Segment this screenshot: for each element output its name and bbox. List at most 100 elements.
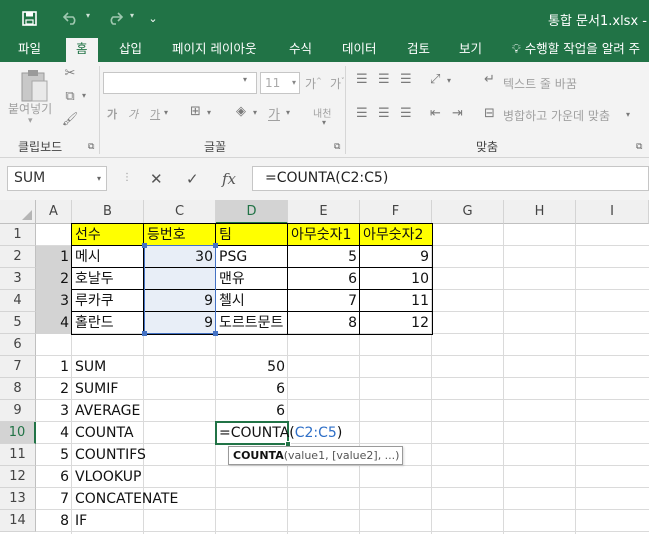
align-top-icon[interactable]: ☰ xyxy=(356,72,368,87)
cell-b3[interactable]: 호날두 xyxy=(72,268,144,290)
row-header-5[interactable]: 5 xyxy=(0,312,36,334)
shrink-font-icon[interactable]: 가˅ xyxy=(330,75,345,92)
redo-icon[interactable] xyxy=(104,7,126,29)
column-header-c[interactable]: C xyxy=(144,200,216,224)
cell-b14[interactable]: IF xyxy=(72,510,144,532)
cell-f3[interactable]: 10 xyxy=(360,268,432,290)
column-header-i[interactable]: I xyxy=(576,200,649,224)
tab-page-layout[interactable]: 페이지 레이아웃 xyxy=(172,36,256,62)
column-header-e[interactable]: E xyxy=(288,200,360,224)
font-name-input[interactable] xyxy=(103,72,257,94)
font-color-dropdown-icon[interactable]: ▾ xyxy=(286,108,290,117)
cell-a2[interactable]: 1 xyxy=(36,246,72,268)
font-size-dropdown-icon[interactable]: ▾ xyxy=(292,73,296,93)
row-header-9[interactable]: 9 xyxy=(0,400,36,422)
row-header-8[interactable]: 8 xyxy=(0,378,36,400)
copy-icon[interactable]: ⧉ xyxy=(60,89,80,104)
font-launcher-icon[interactable]: ⧉ xyxy=(334,142,340,152)
cell-a4[interactable]: 3 xyxy=(36,290,72,312)
customize-qat-icon[interactable]: ⌄ xyxy=(146,7,160,29)
cell-d4[interactable]: 첼시 xyxy=(216,290,288,312)
function-tooltip[interactable]: COUNTA(value1, [value2], ...) xyxy=(228,446,403,465)
cell-b8[interactable]: SUMIF xyxy=(72,378,144,400)
row-header-3[interactable]: 3 xyxy=(0,268,36,290)
row-header-7[interactable]: 7 xyxy=(0,356,36,378)
cell-a8[interactable]: 2 xyxy=(36,378,72,400)
cell-b12[interactable]: VLOOKUP xyxy=(72,466,144,488)
align-bottom-icon[interactable]: ☰ xyxy=(400,72,412,87)
cell-f4[interactable]: 11 xyxy=(360,290,432,312)
bold-button[interactable]: 가 xyxy=(107,106,117,122)
cell-b1[interactable]: 선수 xyxy=(72,224,144,246)
format-painter-icon[interactable]: 🖌︎ xyxy=(60,112,80,127)
cell-d5[interactable]: 도르트문트 xyxy=(216,312,288,334)
cancel-icon[interactable]: ✕ xyxy=(150,170,163,188)
cell-a14[interactable]: 8 xyxy=(36,510,72,532)
merge-dropdown-icon[interactable]: ▾ xyxy=(626,110,630,119)
row-header-6[interactable]: 6 xyxy=(0,334,36,356)
formula-input[interactable]: =COUNTA(C2:C5) xyxy=(252,166,649,191)
tab-file[interactable]: 파일 xyxy=(18,36,41,62)
row-header-1[interactable]: 1 xyxy=(0,224,36,246)
cell-e5[interactable]: 8 xyxy=(288,312,360,334)
alignment-launcher-icon[interactable]: ⧉ xyxy=(636,142,642,152)
cell-a11[interactable]: 5 xyxy=(36,444,72,466)
reference-handle[interactable] xyxy=(142,331,147,336)
insert-function-icon[interactable]: fx xyxy=(222,170,236,188)
row-header-11[interactable]: 11 xyxy=(0,444,36,466)
cell-f2[interactable]: 9 xyxy=(360,246,432,268)
underline-button[interactable]: 가 xyxy=(150,106,160,122)
align-middle-icon[interactable]: ☰ xyxy=(378,72,390,87)
cell-f1[interactable]: 아무숫자2 xyxy=(360,224,432,246)
cell-a5[interactable]: 4 xyxy=(36,312,72,334)
borders-dropdown-icon[interactable]: ▾ xyxy=(207,108,211,117)
select-all-button[interactable] xyxy=(0,200,36,224)
cell-a7[interactable]: 1 xyxy=(36,356,72,378)
tab-home[interactable]: 홈 xyxy=(66,38,98,62)
decrease-indent-icon[interactable]: ⇤ xyxy=(430,106,441,121)
underline-dropdown-icon[interactable]: ▾ xyxy=(164,108,168,117)
column-header-f[interactable]: F xyxy=(360,200,432,224)
grow-font-icon[interactable]: 가^ xyxy=(305,75,322,92)
font-size-input[interactable]: 11 ▾ xyxy=(260,72,300,94)
cell-d2[interactable]: PSG xyxy=(216,246,288,268)
cell-d7[interactable]: 50 xyxy=(216,356,288,378)
row-header-4[interactable]: 4 xyxy=(0,290,36,312)
tell-me-box[interactable]: 💡︎ 수행할 작업을 알려 주 xyxy=(512,36,640,62)
cell-b4[interactable]: 루카쿠 xyxy=(72,290,144,312)
column-header-a[interactable]: A xyxy=(36,200,72,224)
borders-icon[interactable]: ⊞ xyxy=(190,104,201,119)
cell-d1[interactable]: 팀 xyxy=(216,224,288,246)
cell-b11[interactable]: COUNTIFS xyxy=(72,444,146,466)
tooltip-function-name[interactable]: COUNTA xyxy=(233,449,284,462)
reference-handle[interactable] xyxy=(142,243,147,248)
cell-a9[interactable]: 3 xyxy=(36,400,72,422)
cut-icon[interactable]: ✂︎ xyxy=(60,66,80,81)
reference-handle[interactable] xyxy=(213,331,218,336)
font-name-dropdown-icon[interactable]: ▾ xyxy=(243,75,247,84)
row-header-14[interactable]: 14 xyxy=(0,510,36,532)
name-box-dropdown-icon[interactable]: ▾ xyxy=(97,167,101,190)
undo-icon[interactable] xyxy=(60,7,82,29)
merge-center-button[interactable]: 병합하고 가운데 맞춤 xyxy=(503,107,610,124)
row-header-13[interactable]: 13 xyxy=(0,488,36,510)
cell-e4[interactable]: 7 xyxy=(288,290,360,312)
cell-e2[interactable]: 5 xyxy=(288,246,360,268)
column-header-d[interactable]: D xyxy=(216,200,288,224)
wrap-text-button[interactable]: 텍스트 줄 바꿈 xyxy=(503,75,577,92)
row-header-2[interactable]: 2 xyxy=(0,246,36,268)
row-header-12[interactable]: 12 xyxy=(0,466,36,488)
cell-b2[interactable]: 메시 xyxy=(72,246,144,268)
italic-button[interactable]: 가 xyxy=(128,106,138,122)
name-box[interactable]: SUM ▾ xyxy=(7,166,107,191)
paste-dropdown-icon[interactable]: ▾ xyxy=(28,116,33,126)
tab-insert[interactable]: 삽입 xyxy=(119,36,142,62)
align-right-icon[interactable]: ☰ xyxy=(400,106,412,121)
column-header-g[interactable]: G xyxy=(432,200,504,224)
save-icon[interactable] xyxy=(18,7,40,29)
cell-b10[interactable]: COUNTA xyxy=(72,422,144,444)
cell-a3[interactable]: 2 xyxy=(36,268,72,290)
reference-handle[interactable] xyxy=(213,243,218,248)
align-center-icon[interactable]: ☰ xyxy=(378,106,390,121)
cell-c1[interactable]: 등번호 xyxy=(144,224,216,246)
